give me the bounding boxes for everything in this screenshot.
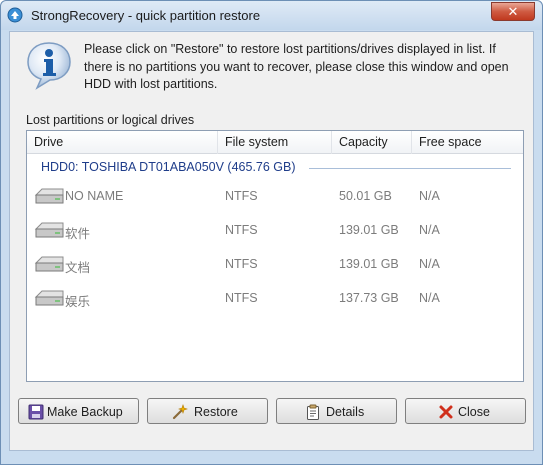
title-bar[interactable]: StrongRecovery - quick partition restore… (1, 1, 542, 30)
free-space: N/A (419, 223, 440, 237)
list-item[interactable]: NO NAME NTFS 50.01 GB N/A (27, 183, 523, 209)
close-x-icon (439, 405, 453, 419)
restore-label: Restore (194, 405, 238, 419)
partition-list[interactable]: Drive File system Capacity Free space HD… (26, 130, 524, 382)
disk-group-header[interactable]: HDD0: TOSHIBA DT01ABA050V (465.76 GB) (41, 159, 511, 177)
column-file-system[interactable]: File system (218, 131, 332, 154)
window-title: StrongRecovery - quick partition restore (31, 8, 261, 23)
app-icon (7, 7, 23, 23)
details-button[interactable]: Details (276, 398, 397, 424)
capacity: 139.01 GB (339, 223, 399, 237)
hard-drive-icon (34, 188, 64, 204)
close-label: Close (458, 405, 490, 419)
file-system: NTFS (225, 257, 258, 271)
file-system: NTFS (225, 291, 258, 305)
make-backup-button[interactable]: Make Backup (18, 398, 139, 424)
close-button[interactable]: Close (405, 398, 526, 424)
clipboard-icon (307, 404, 319, 420)
file-system: NTFS (225, 223, 258, 237)
capacity: 139.01 GB (339, 257, 399, 271)
window-close-button[interactable]: ✕ (491, 2, 535, 21)
floppy-disk-icon (28, 404, 44, 420)
list-item[interactable]: 文档 NTFS 139.01 GB N/A (27, 251, 523, 277)
make-backup-label: Make Backup (47, 405, 123, 419)
file-system: NTFS (225, 189, 258, 203)
status-strip (9, 452, 534, 464)
details-label: Details (326, 405, 365, 419)
list-header: Drive File system Capacity Free space (27, 131, 523, 154)
list-item[interactable]: 娱乐 NTFS 137.73 GB N/A (27, 285, 523, 311)
hard-drive-icon (34, 222, 64, 238)
dialog-window: StrongRecovery - quick partition restore… (0, 0, 543, 465)
column-capacity[interactable]: Capacity (332, 131, 412, 154)
group-divider (309, 168, 511, 169)
free-space: N/A (419, 189, 440, 203)
dialog-body: Please click on "Restore" to restore los… (9, 31, 534, 451)
disk-group-title: HDD0: TOSHIBA DT01ABA050V (465.76 GB) (41, 160, 296, 174)
hard-drive-icon (34, 290, 64, 306)
free-space: N/A (419, 257, 440, 271)
hard-drive-icon (34, 256, 64, 272)
magic-wand-icon (172, 404, 188, 420)
info-message: Please click on "Restore" to restore los… (84, 42, 509, 91)
restore-button[interactable]: Restore (147, 398, 268, 424)
drive-name: 软件 (65, 227, 91, 241)
capacity: 137.73 GB (339, 291, 399, 305)
drive-name: 娱乐 (65, 295, 91, 309)
column-drive[interactable]: Drive (27, 131, 218, 154)
free-space: N/A (419, 291, 440, 305)
capacity: 50.01 GB (339, 189, 392, 203)
column-free-space[interactable]: Free space (412, 131, 523, 154)
lost-partitions-group-label: Lost partitions or logical drives (26, 113, 195, 127)
drive-name: 文档 (65, 261, 91, 275)
drive-name: NO NAME (65, 189, 124, 203)
list-item[interactable]: 软件 NTFS 139.01 GB N/A (27, 217, 523, 243)
info-icon (27, 42, 71, 90)
